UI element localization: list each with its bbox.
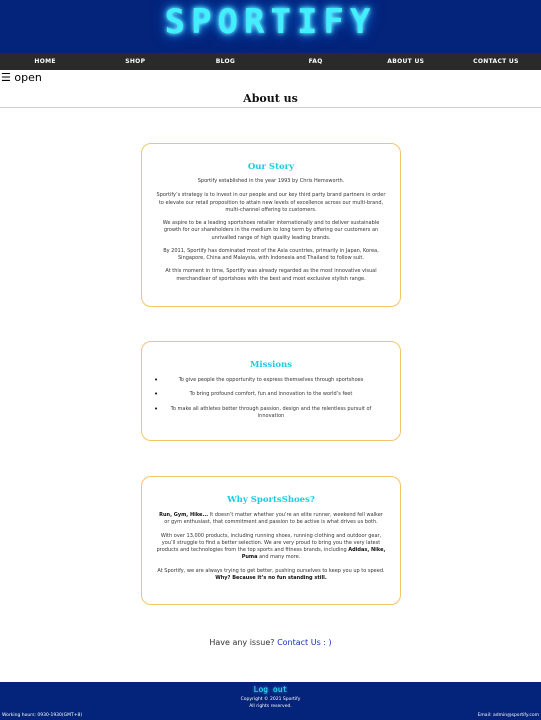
missions-title: Missions xyxy=(249,360,293,370)
mission-item: • To give people the opportunity to expr… xyxy=(154,376,386,384)
menu-open-label: open xyxy=(14,71,42,84)
nav-contact-us[interactable]: CONTACT US xyxy=(451,53,541,70)
our-story-card: Our Story Sportify established in the ye… xyxy=(141,143,401,307)
bullet-icon: • xyxy=(154,376,159,384)
story-paragraph: Sportify’s strategy is to invest in our … xyxy=(156,192,386,213)
working-hours: Working hours: 0930-1930(GMT+8) xyxy=(2,713,83,718)
why-paragraph: With over 13,000 products, including run… xyxy=(156,533,386,562)
sportify-logo[interactable]: SPORTIFY xyxy=(0,2,541,42)
mission-item: • To make all athletes better through pa… xyxy=(154,404,386,421)
nav-home[interactable]: HOME xyxy=(0,53,90,70)
nav-about-us[interactable]: ABOUT US xyxy=(361,53,451,70)
story-paragraph: Sportify established in the year 1993 by… xyxy=(197,178,345,184)
title-divider xyxy=(0,107,541,108)
why-sportsshoes-title: Why SportsShoes? xyxy=(227,495,315,505)
hamburger-icon: ☰ xyxy=(1,71,11,84)
header-banner: SPORTIFY xyxy=(0,0,541,53)
rights-text: All rights reserved. xyxy=(249,704,292,709)
nav-blog[interactable]: BLOG xyxy=(180,53,270,70)
mission-item: • To bring profound comfort, fun and inn… xyxy=(154,390,386,399)
why-text: and many more. xyxy=(257,554,301,561)
bullet-icon: • xyxy=(154,404,159,413)
nav-shop[interactable]: SHOP xyxy=(90,53,180,70)
main-nav: HOME SHOP BLOG FAQ ABOUT US CONTACT US xyxy=(0,53,541,70)
why-highlight: Why? Because it’s no fun standing still. xyxy=(215,574,327,581)
bullet-icon: • xyxy=(154,390,159,399)
contact-email: Email: admin@sportify.com xyxy=(477,713,539,718)
why-text: At Sportify, we are always trying to get… xyxy=(157,567,385,574)
story-paragraph: By 2011, Sportify has dominated most of … xyxy=(163,247,379,261)
support-line: Have any issue? Contact Us : ) xyxy=(0,638,541,647)
menu-open-button[interactable]: ☰ open xyxy=(1,71,42,84)
why-paragraph: At Sportify, we are always trying to get… xyxy=(156,568,386,583)
support-text: Have any issue? xyxy=(209,638,278,647)
nav-faq[interactable]: FAQ xyxy=(271,53,361,70)
why-sportsshoes-card: Why SportsShoes? Run, Gym, Hike... It do… xyxy=(141,476,401,605)
copyright-text: Copyright © 2021 Sportify xyxy=(240,697,301,702)
missions-list: • To give people the opportunity to expr… xyxy=(154,376,386,421)
our-story-title: Our Story xyxy=(247,162,295,172)
page-title: About us xyxy=(243,92,298,105)
contact-us-link[interactable]: Contact Us : ) xyxy=(277,638,332,647)
why-paragraph: Run, Gym, Hike... It doesn’t matter whet… xyxy=(156,512,386,527)
story-paragraph: At this moment in time, Sportify was alr… xyxy=(165,268,377,282)
why-highlight: Run, Gym, Hike... xyxy=(159,512,209,518)
footer: Log out Copyright © 2021 Sportify All ri… xyxy=(0,682,541,720)
story-paragraph: We aspire to be a leading sportshoes ret… xyxy=(162,220,380,241)
mission-text: To give people the opportunity to expres… xyxy=(178,377,364,383)
missions-card: Missions • To give people the opportunit… xyxy=(141,341,401,441)
mission-text: To bring profound comfort, fun and innov… xyxy=(189,391,353,398)
logout-button[interactable]: Log out xyxy=(0,685,541,694)
mission-text: To make all athletes better through pass… xyxy=(170,405,372,419)
